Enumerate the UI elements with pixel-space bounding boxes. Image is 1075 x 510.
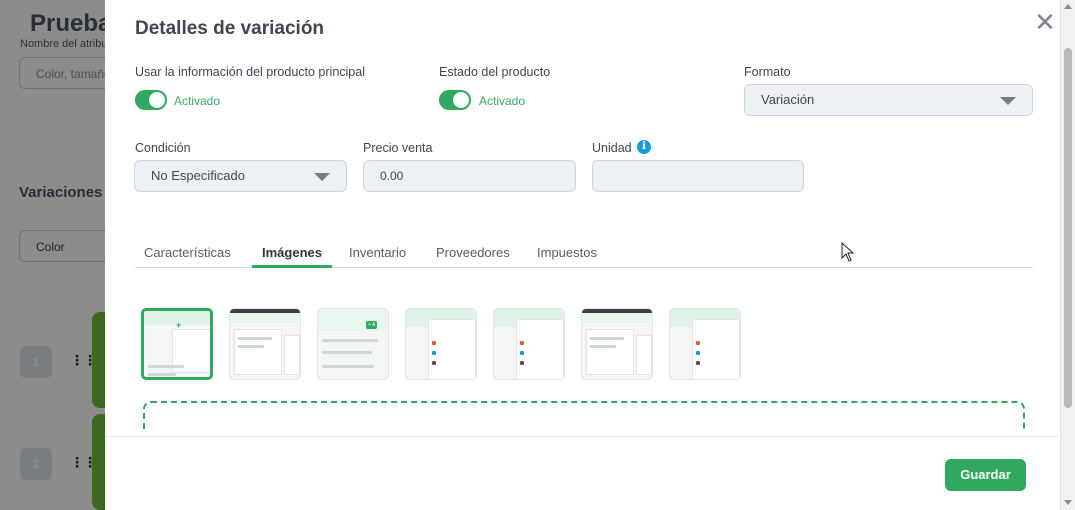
image-thumbnail[interactable] bbox=[669, 308, 741, 380]
unit-label: Unidad bbox=[592, 141, 632, 155]
chevron-down-icon bbox=[1000, 97, 1016, 105]
variation-details-modal: Detalles de variación ✕ Usar la informac… bbox=[105, 0, 1060, 510]
sale-price-label: Precio venta bbox=[363, 141, 433, 155]
info-icon[interactable]: i bbox=[637, 140, 651, 154]
scrollbar-thumb[interactable] bbox=[1064, 48, 1072, 408]
format-select-value: Variación bbox=[761, 92, 815, 107]
tab-imagenes[interactable]: Imágenes bbox=[262, 245, 322, 260]
variation-tabs: Características Imágenes Inventario Prov… bbox=[135, 241, 1033, 268]
mouse-pointer-icon bbox=[841, 242, 855, 262]
chevron-down-icon bbox=[314, 173, 330, 181]
image-thumbnail[interactable] bbox=[581, 308, 653, 380]
image-dropzone[interactable] bbox=[143, 401, 1025, 431]
tab-inventario[interactable]: Inventario bbox=[349, 245, 406, 260]
use-main-info-toggle[interactable] bbox=[135, 90, 167, 110]
product-status-toggle[interactable] bbox=[439, 90, 471, 110]
condition-select[interactable]: No Especificado bbox=[134, 160, 347, 192]
product-status-label: Estado del producto bbox=[439, 65, 551, 79]
active-tab-indicator bbox=[252, 265, 332, 268]
close-icon[interactable]: ✕ bbox=[1033, 9, 1057, 35]
image-thumbnail[interactable] bbox=[493, 308, 565, 380]
tab-impuestos[interactable]: Impuestos bbox=[537, 245, 597, 260]
scroll-up-icon[interactable] bbox=[1064, 4, 1072, 9]
format-select[interactable]: Variación bbox=[744, 84, 1033, 116]
image-thumbnail[interactable]: + bbox=[141, 308, 213, 380]
format-label: Formato bbox=[744, 65, 791, 79]
use-main-info-state: Activado bbox=[174, 94, 221, 108]
image-thumbnail[interactable] bbox=[229, 308, 301, 380]
image-thumbnail[interactable]: + A bbox=[317, 308, 389, 380]
modal-footer: Guardar bbox=[105, 436, 1060, 510]
condition-select-value: No Especificado bbox=[151, 168, 245, 183]
unit-input[interactable] bbox=[592, 160, 804, 192]
use-main-info-label: Usar la información del producto princip… bbox=[135, 65, 365, 79]
scrollbar[interactable] bbox=[1060, 0, 1075, 510]
product-status-state: Activado bbox=[479, 94, 526, 108]
image-thumbnail[interactable] bbox=[405, 308, 477, 380]
tab-proveedores[interactable]: Proveedores bbox=[436, 245, 510, 260]
scroll-down-icon[interactable] bbox=[1064, 500, 1072, 505]
condition-label: Condición bbox=[135, 141, 191, 155]
sale-price-input[interactable]: 0.00 bbox=[363, 160, 576, 192]
save-button[interactable]: Guardar bbox=[945, 459, 1026, 491]
tab-caracteristicas[interactable]: Características bbox=[144, 245, 231, 260]
modal-title: Detalles de variación bbox=[135, 18, 325, 39]
